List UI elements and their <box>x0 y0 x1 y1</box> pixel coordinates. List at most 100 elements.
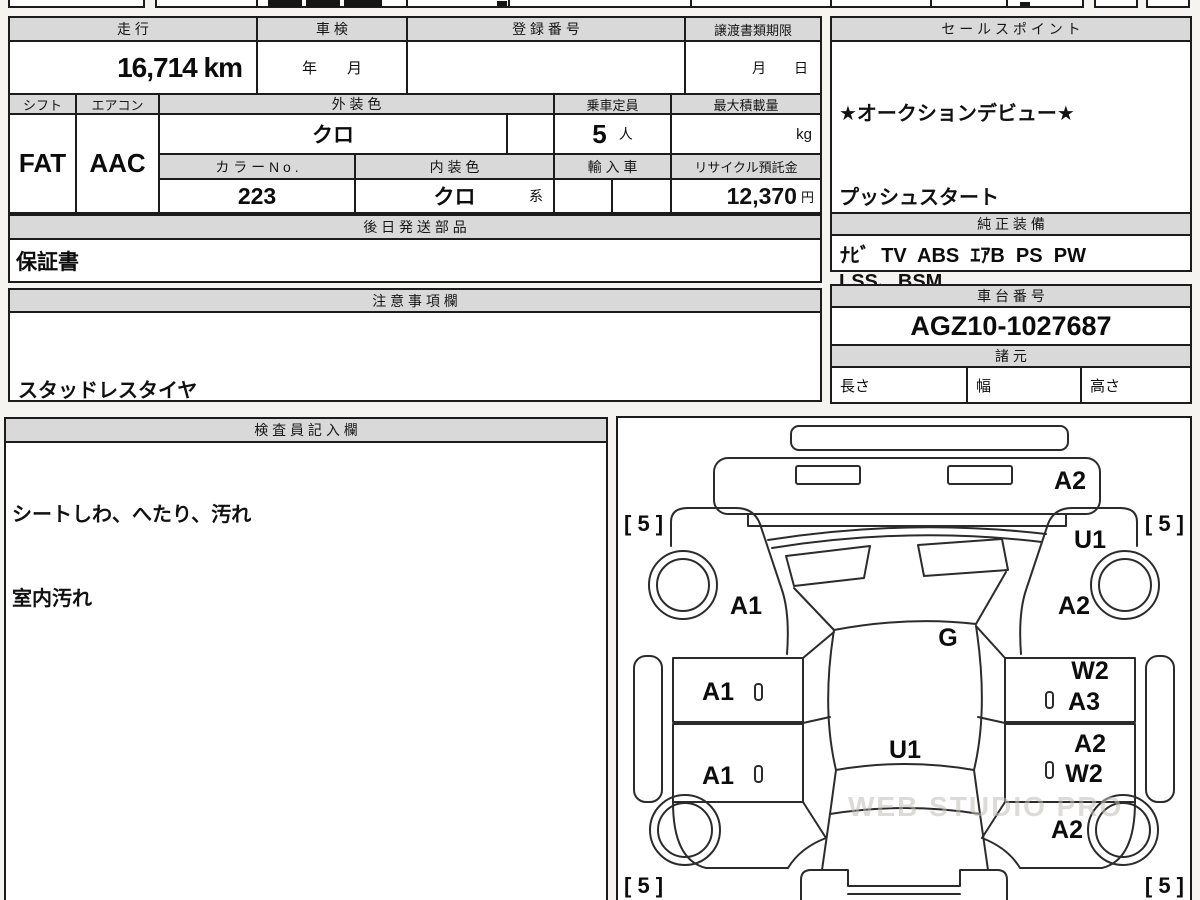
inspector-line: 室内汚れ <box>12 585 600 613</box>
capacity-header: 乗車定員 <box>553 93 672 115</box>
cutoff-text <box>306 0 340 7</box>
a-pillar-left <box>794 588 834 630</box>
rear-bumper <box>801 870 1007 900</box>
hatch-left-edge <box>822 814 830 870</box>
aircon-value: AAC <box>75 113 160 214</box>
spec-height-cell: 高さ <box>1080 366 1192 404</box>
interior-color-suffix: 系 <box>529 186 543 206</box>
max-load-value: kg <box>670 113 822 155</box>
interior-color-text: クロ <box>434 181 476 211</box>
cutoff-text <box>268 0 302 7</box>
top-strip-divider <box>1006 0 1008 7</box>
label-right-rear-door-upper: A2 <box>1074 730 1106 758</box>
left-front-door <box>673 658 803 722</box>
exterior-color-header: 外 装 色 <box>158 93 555 115</box>
shift-value: FAT <box>8 113 77 214</box>
label-front-bumper: A2 <box>1054 467 1086 495</box>
front-right-wheel <box>1091 551 1159 619</box>
front-bumper <box>714 458 1100 514</box>
hatch-right-edge <box>980 814 988 870</box>
rear-left-quarter <box>673 802 826 868</box>
later-parts-header: 後 日 発 送 部 品 <box>8 214 822 240</box>
shift-header: シフト <box>8 93 77 115</box>
body-line <box>803 717 830 723</box>
front-left-wheel <box>649 551 717 619</box>
transfer-deadline-value: 月 日 <box>684 40 822 95</box>
import-car-cell <box>611 178 672 214</box>
c-pillar-left <box>803 802 826 838</box>
top-strip-cell <box>1146 0 1190 8</box>
auction-sheet: 走 行 車 検 登 録 番 号 譲渡書類期限 16,714 km 年 月 月 日… <box>0 0 1200 900</box>
label-right-front-door-upper: W2 <box>1071 657 1109 685</box>
capacity-value: 5 人 <box>553 113 672 155</box>
label-left-rear-door: A1 <box>702 762 734 790</box>
max-load-header: 最大積載量 <box>670 93 822 115</box>
label-front-right-fender-upper: U1 <box>1074 526 1106 554</box>
rear-left-wheel-inner <box>658 803 712 857</box>
door-handle-icon <box>755 766 762 782</box>
specs-header: 諸 元 <box>830 344 1192 368</box>
sales-point-line: プッシュスタート <box>839 184 1183 212</box>
bumper-inset-left <box>796 466 860 484</box>
roof-left-edge <box>828 630 836 770</box>
rear-glass-left <box>830 770 836 814</box>
roof-rear-arc <box>836 764 974 770</box>
interior-color-value: クロ 系 <box>354 178 555 214</box>
registration-value <box>406 40 686 95</box>
label-roof: U1 <box>889 736 921 764</box>
mileage-header: 走 行 <box>8 16 258 42</box>
mileage-value: 16,714 km <box>8 40 258 95</box>
door-handle-icon <box>1046 692 1053 708</box>
label-windshield: G <box>938 624 957 652</box>
color-no-value: 223 <box>158 178 356 214</box>
inspector-notes-box: シートしわ、へたり、汚れ 室内汚れ <box>4 441 608 900</box>
label-left-front-door: A1 <box>702 678 734 706</box>
a-pillar-right <box>976 572 1006 624</box>
pillar-line <box>803 632 834 658</box>
exterior-color-sub-cell <box>506 113 555 155</box>
spec-length-cell: 長さ <box>830 366 968 404</box>
caution-box: スタッドレスタイヤ ロックナットアダプター欠 <box>8 311 822 402</box>
label-front-left-fender: A1 <box>730 592 762 620</box>
wiper-right <box>918 539 1008 576</box>
chassis-no-value: AGZ10-1027687 <box>830 306 1192 346</box>
spec-width-cell: 幅 <box>966 366 1082 404</box>
label-right-rear-door: W2 <box>1065 760 1103 788</box>
sales-points-box: ★オークションデビュー★ プッシュスタート LSS、BSM バックモニター パワ… <box>830 40 1192 214</box>
bumper-inset-right <box>948 466 1012 484</box>
capacity-number: 5 <box>592 119 606 150</box>
inspector-line: シートしわ、へたり、汚れ <box>12 501 600 529</box>
recycle-deposit-value: 12,370 円 <box>670 178 822 214</box>
right-rocker-panel <box>1146 656 1174 802</box>
inspector-notes-header: 検 査 員 記 入 欄 <box>4 417 608 443</box>
label-front-right-fender: A2 <box>1058 592 1090 620</box>
inspection-value: 年 月 <box>256 40 408 95</box>
left-rocker-panel <box>634 656 662 802</box>
recycle-amount: 12,370 <box>727 183 797 210</box>
cutoff-text <box>497 1 507 6</box>
registration-header: 登 録 番 号 <box>406 16 686 42</box>
oem-equipment-header: 純 正 装 備 <box>830 212 1192 236</box>
front-bumper-strip <box>791 426 1068 450</box>
car-top-view-diagram: WEB STUDIO PRO A2 A1 U1 A2 G A1 A1 W2 A3… <box>618 418 1190 900</box>
label-rear-right-fender: A2 <box>1051 816 1083 844</box>
label-tire-front-right: [ 5 ] <box>1145 511 1184 536</box>
caution-header: 注 意 事 項 欄 <box>8 288 822 313</box>
recycle-unit: 円 <box>801 187 814 206</box>
top-strip-divider <box>256 0 258 7</box>
front-left-wheel-inner <box>657 559 709 611</box>
import-car-cell <box>553 178 613 214</box>
bumper-lower-step <box>748 514 1066 526</box>
transfer-deadline-header: 譲渡書類期限 <box>684 16 822 42</box>
label-tire-rear-left: [ 5 ] <box>624 873 663 898</box>
import-car-header: 輸 入 車 <box>553 153 672 180</box>
inspection-header: 車 検 <box>256 16 408 42</box>
aircon-header: エアコン <box>75 93 160 115</box>
oem-equipment-value: ﾅﾋﾞ TV ABS ｴｱB PS PW <box>830 234 1192 272</box>
label-right-front-door: A3 <box>1068 688 1100 716</box>
top-strip-divider <box>690 0 692 7</box>
cutoff-text <box>344 0 382 7</box>
caution-line: スタッドレスタイヤ <box>18 376 812 406</box>
color-no-header: カ ラ ー N o . <box>158 153 356 180</box>
top-strip-divider <box>930 0 932 7</box>
